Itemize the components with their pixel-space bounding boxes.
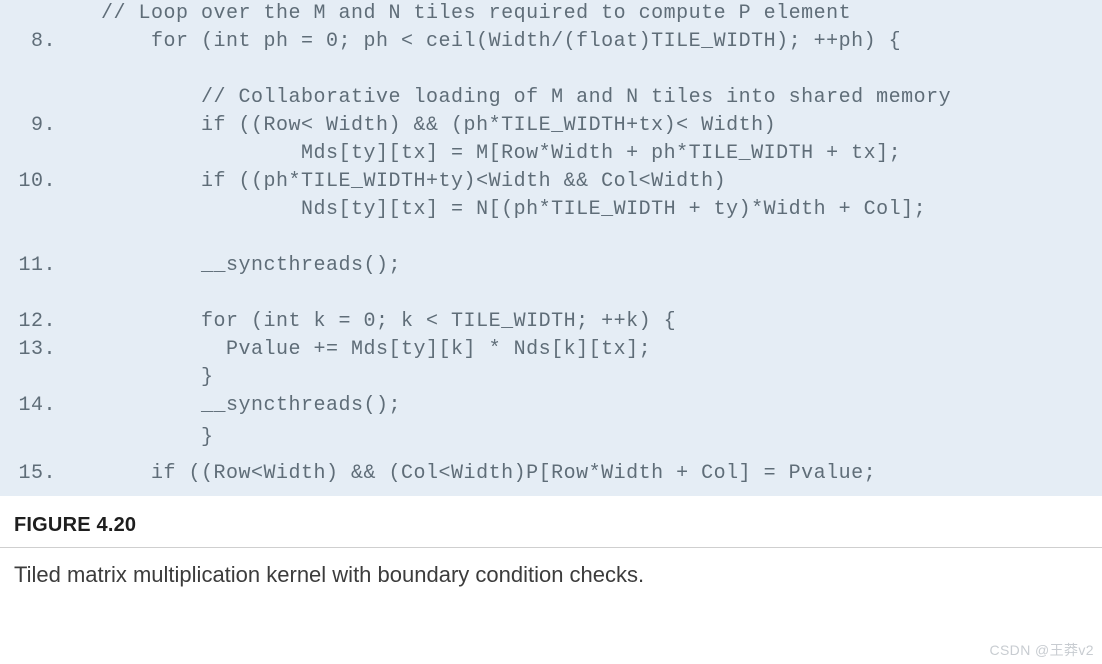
code-line-text: } — [76, 364, 214, 392]
code-line-number: 12. — [16, 308, 76, 336]
code-line-text: if ((Row<Width) && (Col<Width)P[Row*Widt… — [76, 456, 876, 492]
code-line: // Collaborative loading of M and N tile… — [0, 84, 1102, 112]
code-line: Mds[ty][tx] = M[Row*Width + ph*TILE_WIDT… — [0, 140, 1102, 168]
code-line: // Loop over the M and N tiles required … — [0, 0, 1102, 28]
code-line-text: if ((Row< Width) && (ph*TILE_WIDTH+tx)< … — [76, 112, 776, 140]
code-line — [0, 56, 1102, 84]
code-line: } — [0, 364, 1102, 392]
figure-heading-row: FIGURE 4.20 — [0, 496, 1102, 548]
code-line-number: 9. — [16, 112, 76, 140]
code-line-number: 13. — [16, 336, 76, 364]
code-line: 15. if ((Row<Width) && (Col<Width)P[Row*… — [0, 456, 1102, 492]
code-line: 13. Pvalue += Mds[ty][k] * Nds[k][tx]; — [0, 336, 1102, 364]
code-line-text: Nds[ty][tx] = N[(ph*TILE_WIDTH + ty)*Wid… — [76, 196, 926, 224]
code-line-number: 11. — [16, 252, 76, 280]
figure-label: FIGURE 4.20 — [14, 514, 136, 536]
code-line-number: 15. — [16, 456, 76, 492]
code-line: 14. __syncthreads(); — [0, 392, 1102, 420]
code-line: 8. for (int ph = 0; ph < ceil(Width/(flo… — [0, 28, 1102, 56]
watermark: CSDN @王莽v2 — [989, 640, 1094, 660]
code-line — [0, 280, 1102, 308]
code-line: 9. if ((Row< Width) && (ph*TILE_WIDTH+tx… — [0, 112, 1102, 140]
code-line-text: Mds[ty][tx] = M[Row*Width + ph*TILE_WIDT… — [76, 140, 901, 168]
code-line-text: Pvalue += Mds[ty][k] * Nds[k][tx]; — [76, 336, 651, 364]
code-line-text: // Loop over the M and N tiles required … — [76, 0, 851, 28]
code-line: 11. __syncthreads(); — [0, 252, 1102, 280]
code-line-text: if ((ph*TILE_WIDTH+ty)<Width && Col<Widt… — [76, 168, 726, 196]
code-line: 10. if ((ph*TILE_WIDTH+ty)<Width && Col<… — [0, 168, 1102, 196]
code-line-text: // Collaborative loading of M and N tile… — [76, 84, 951, 112]
code-line-text: } — [76, 420, 214, 456]
code-line-text: __syncthreads(); — [76, 252, 401, 280]
code-line-text: for (int ph = 0; ph < ceil(Width/(float)… — [76, 28, 901, 56]
code-line-number: 8. — [16, 28, 76, 56]
code-line-text: __syncthreads(); — [76, 392, 401, 420]
code-line: } — [0, 420, 1102, 456]
code-line-number: 14. — [16, 392, 76, 420]
code-line-text: for (int k = 0; k < TILE_WIDTH; ++k) { — [76, 308, 676, 336]
code-line: 12. for (int k = 0; k < TILE_WIDTH; ++k)… — [0, 308, 1102, 336]
code-line: Nds[ty][tx] = N[(ph*TILE_WIDTH + ty)*Wid… — [0, 196, 1102, 224]
code-line-number: 10. — [16, 168, 76, 196]
code-line — [0, 224, 1102, 252]
figure-caption: Tiled matrix multiplication kernel with … — [0, 548, 1102, 602]
code-block: // Loop over the M and N tiles required … — [0, 0, 1102, 496]
